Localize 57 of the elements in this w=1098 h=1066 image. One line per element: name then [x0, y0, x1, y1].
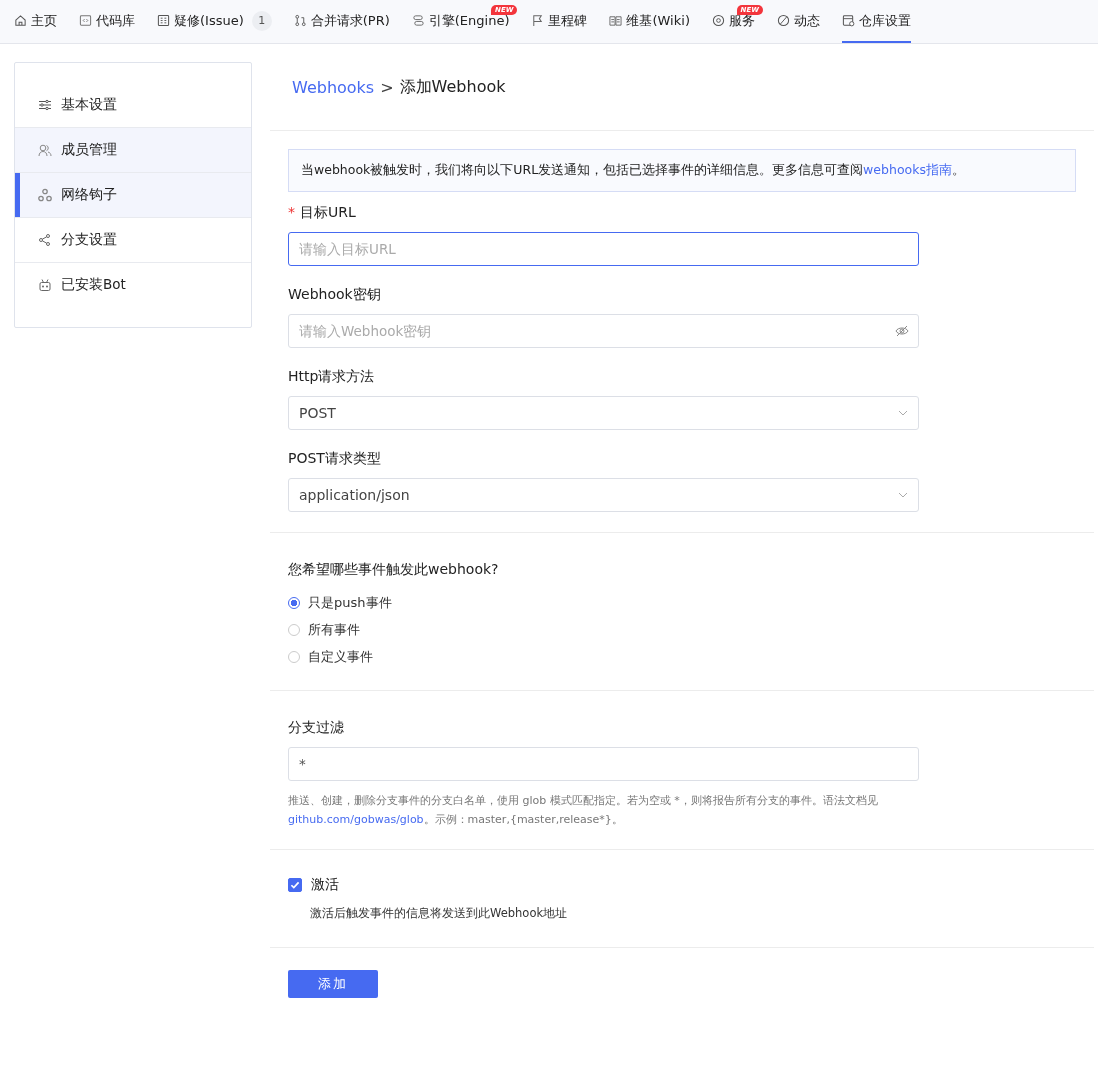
events-question: 您希望哪些事件触发此webhook? — [288, 561, 500, 579]
tab-icon — [841, 14, 855, 27]
info-notice: 当webhook被触发时，我们将向以下URL发送通知，包括已选择事件的详细信息。更多信息可查阅webhooks指南。 — [288, 149, 1076, 192]
field-label: 分支过滤 — [288, 719, 345, 737]
field-label: * 目标URL — [288, 204, 357, 222]
radio-button[interactable] — [288, 596, 300, 609]
nav-tab[interactable]: 维基(Wiki) — [609, 0, 690, 43]
guide-link[interactable]: webhooks指南 — [863, 162, 952, 177]
caret-icon — [898, 410, 908, 416]
breadcrumb-separator: > — [380, 77, 394, 97]
hidden-eye-icon[interactable] — [895, 325, 909, 337]
nav-tab[interactable]: 疑修(Issue) 1 — [157, 0, 272, 43]
input-field[interactable]: 请输入目标URL — [288, 232, 919, 266]
tab-icon — [14, 14, 27, 27]
tab-icon — [531, 14, 545, 27]
tab-icon — [157, 14, 170, 27]
select-field[interactable]: application/json — [288, 478, 919, 512]
checkbox-description: 激活后触发事件的信息将发送到此Webhook地址 — [310, 906, 569, 921]
breadcrumb-link[interactable]: Webhooks — [292, 77, 375, 97]
sidebar-icon — [38, 233, 52, 247]
input-field[interactable]: * — [288, 747, 919, 781]
tab-icon — [609, 14, 623, 27]
sidebar-item[interactable]: 分支设置 — [15, 218, 251, 263]
sidebar-icon — [38, 98, 52, 112]
sidebar-item[interactable]: 成员管理 — [15, 128, 251, 173]
sidebar-icon — [38, 143, 52, 157]
sidebar-icon — [38, 188, 52, 202]
required-mark: * — [288, 204, 295, 220]
checkbox[interactable] — [288, 878, 302, 892]
glob-link[interactable]: github.com/gobwas/glob — [288, 813, 424, 826]
sidebar-item[interactable]: 已安装Bot — [15, 263, 251, 307]
field-label: POST请求类型 — [288, 450, 382, 468]
sidebar-item[interactable]: 网络钩子 — [15, 173, 251, 218]
help-text: 推送、创建，删除分支事件的分支白名单，使用 glob 模式匹配指定。若为空或 *，则将报告所有分支的事件。语法文档见 github.com/gobwas/glob。示例：master,{master,release*}。 — [288, 793, 879, 828]
tab-icon — [293, 14, 307, 27]
nav-tab[interactable]: 合并请求(PR) — [293, 0, 390, 43]
tab-icon — [711, 14, 725, 27]
count-badge: 1 — [251, 10, 272, 31]
sidebar-icon — [38, 278, 52, 292]
field-label: Http请求方法 — [288, 368, 376, 386]
tab-icon — [79, 14, 92, 27]
radio-option[interactable]: 只是push事件 — [288, 589, 1076, 616]
radio-option[interactable]: 所有事件 — [288, 616, 1076, 643]
nav-tab[interactable]: 代码库 — [79, 0, 135, 43]
nav-tab[interactable]: 仓库设置 — [841, 0, 911, 43]
nav-tab[interactable]: 主页 — [14, 0, 57, 43]
caret-icon — [898, 492, 908, 498]
field-label: Webhook密钥 — [288, 286, 382, 304]
add-button[interactable]: 添加 — [288, 970, 378, 998]
tab-icon — [411, 14, 425, 27]
page-title: 添加Webhook — [399, 76, 506, 98]
checkbox-label: 激活 — [311, 876, 339, 894]
tab-icon — [776, 14, 790, 27]
nav-tab[interactable]: 动态 — [776, 0, 820, 43]
select-field[interactable]: POST — [288, 396, 919, 430]
nav-tab[interactable]: 里程碑 — [531, 0, 588, 43]
radio-option[interactable]: 自定义事件 — [288, 643, 1076, 670]
